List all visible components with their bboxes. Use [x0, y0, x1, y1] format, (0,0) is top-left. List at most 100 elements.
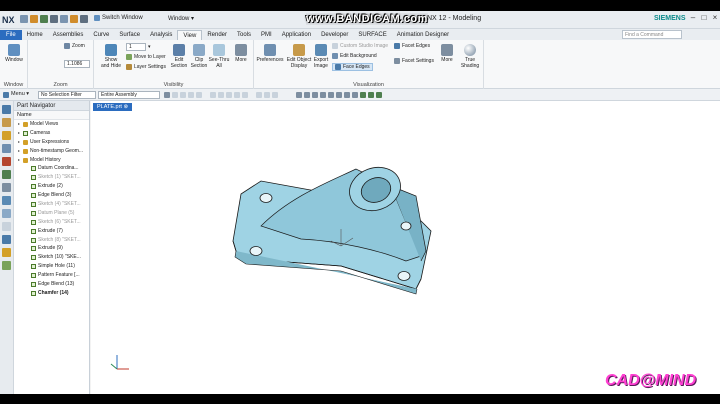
- tab-pmi[interactable]: PMI: [256, 30, 277, 40]
- checkbox-icon[interactable]: [31, 246, 36, 252]
- filter-tool-icon[interactable]: [196, 92, 202, 98]
- expand-icon[interactable]: ▸: [18, 147, 22, 156]
- web-browser-icon[interactable]: [2, 170, 11, 179]
- layer-selector[interactable]: 1 ▾: [126, 43, 151, 51]
- copy-icon[interactable]: [60, 15, 68, 23]
- reuse-library-icon[interactable]: [2, 144, 11, 153]
- undo-icon[interactable]: [30, 15, 38, 23]
- checkbox-icon[interactable]: [31, 210, 36, 216]
- tree-item[interactable]: Extrude (2): [14, 182, 89, 191]
- menu-button[interactable]: Menu ▾: [11, 91, 29, 97]
- resource-icon[interactable]: [2, 261, 11, 270]
- filter-tool-icon[interactable]: [180, 92, 186, 98]
- clip-section-button[interactable]: Clip Section: [190, 44, 208, 69]
- paste-icon[interactable]: [70, 15, 78, 23]
- tree-item[interactable]: Datum Coordina...: [14, 164, 89, 173]
- tree-item[interactable]: Sketch (4) "SKET...: [14, 200, 89, 209]
- checkbox-icon[interactable]: [31, 184, 36, 190]
- checkbox-icon[interactable]: [31, 281, 36, 287]
- expand-icon[interactable]: ▸: [18, 120, 22, 129]
- tree-item[interactable]: ▸ Cameras: [14, 129, 89, 138]
- tab-view[interactable]: View: [177, 30, 203, 40]
- tree-item[interactable]: ▸ User Expressions: [14, 138, 89, 147]
- tree-item[interactable]: Chamfer (14): [14, 289, 89, 298]
- tab-tools[interactable]: Tools: [232, 30, 256, 40]
- visualization-more-button[interactable]: More: [438, 44, 456, 63]
- edit-section-button[interactable]: Edit Section: [170, 44, 188, 69]
- layer-value[interactable]: 1: [126, 43, 146, 51]
- snap-point-icon[interactable]: [304, 92, 310, 98]
- filter-tool-icon[interactable]: [272, 92, 278, 98]
- tab-animation-designer[interactable]: Animation Designer: [392, 30, 454, 40]
- snap-point-icon[interactable]: [352, 92, 358, 98]
- facet-settings-button[interactable]: Facet Settings: [394, 58, 434, 64]
- checkbox-icon[interactable]: [31, 193, 36, 199]
- snap-point-icon[interactable]: [320, 92, 326, 98]
- filter-tool-icon[interactable]: [218, 92, 224, 98]
- tab-surface[interactable]: Surface: [114, 30, 145, 40]
- show-hide-button[interactable]: Show and Hide: [100, 44, 122, 69]
- filter-tool-icon[interactable]: [226, 92, 232, 98]
- zoom-button[interactable]: Zoom: [64, 43, 85, 49]
- minimize-icon[interactable]: –: [688, 13, 698, 23]
- filter-tool-icon[interactable]: [256, 92, 262, 98]
- assembly-navigator-icon[interactable]: [2, 105, 11, 114]
- tab-file[interactable]: File: [0, 30, 22, 40]
- maximize-icon[interactable]: □: [699, 13, 709, 23]
- visibility-more-button[interactable]: More: [232, 44, 250, 63]
- checkbox-icon[interactable]: [31, 273, 36, 279]
- repeat-command-icon[interactable]: [80, 15, 88, 23]
- tab-curve[interactable]: Curve: [88, 30, 114, 40]
- resource-icon[interactable]: [2, 248, 11, 257]
- navigator-column-header[interactable]: Name: [14, 111, 89, 120]
- checkbox-icon[interactable]: [23, 130, 28, 136]
- expand-icon[interactable]: ▸: [18, 156, 22, 165]
- graphics-window[interactable]: PLATE.prt ⊗: [91, 101, 720, 394]
- checkbox-icon[interactable]: [31, 237, 36, 243]
- checkbox-icon[interactable]: [31, 228, 36, 234]
- tree-item[interactable]: Edge Blend (3): [14, 191, 89, 200]
- switch-window-button[interactable]: Switch Window: [94, 15, 143, 21]
- cut-icon[interactable]: [50, 15, 58, 23]
- tab-home[interactable]: Home: [22, 30, 48, 40]
- history-icon[interactable]: [2, 183, 11, 192]
- part-navigator-icon[interactable]: [2, 131, 11, 140]
- tree-item[interactable]: Sketch (10) "SKE...: [14, 253, 89, 262]
- tab-surface[interactable]: SURFACE: [353, 30, 391, 40]
- checkbox-icon[interactable]: [31, 255, 36, 261]
- process-studio-icon[interactable]: [2, 196, 11, 205]
- tree-item[interactable]: ▸ Model History: [14, 156, 89, 165]
- tree-item[interactable]: Simple Hole (11): [14, 262, 89, 271]
- snap-point-icon[interactable]: [336, 92, 342, 98]
- save-icon[interactable]: [20, 15, 28, 23]
- preferences-button[interactable]: Preferences: [256, 44, 284, 63]
- filter-tool-icon[interactable]: [210, 92, 216, 98]
- window-button[interactable]: Window: [2, 44, 26, 63]
- export-image-button[interactable]: Export Image: [312, 44, 330, 69]
- roles-icon[interactable]: [2, 209, 11, 218]
- snap-point-icon[interactable]: [344, 92, 350, 98]
- resource-icon[interactable]: [2, 235, 11, 244]
- move-to-layer-button[interactable]: Move to Layer: [126, 54, 166, 60]
- selection-filter-dropdown[interactable]: No Selection Filter: [38, 91, 96, 99]
- face-edges-toggle[interactable]: Face Edges: [332, 63, 373, 71]
- filter-tool-icon[interactable]: [188, 92, 194, 98]
- tree-item[interactable]: Sketch (8) "SKET...: [14, 236, 89, 245]
- tree-item[interactable]: ▸ Model Views: [14, 120, 89, 129]
- constraint-navigator-icon[interactable]: [2, 118, 11, 127]
- filter-tool-icon[interactable]: [264, 92, 270, 98]
- tab-developer[interactable]: Developer: [316, 30, 353, 40]
- see-thru-all-button[interactable]: See-Thru All: [208, 44, 230, 69]
- checkbox-icon[interactable]: [31, 166, 36, 172]
- filter-tool-icon[interactable]: [234, 92, 240, 98]
- snap-point-icon[interactable]: [368, 92, 374, 98]
- layer-settings-button[interactable]: Layer Settings: [126, 64, 166, 70]
- tab-analysis[interactable]: Analysis: [145, 30, 177, 40]
- snap-point-icon[interactable]: [328, 92, 334, 98]
- snap-tool-icon[interactable]: [172, 92, 178, 98]
- filter-tool-icon[interactable]: [242, 92, 248, 98]
- part-model-view[interactable]: [91, 101, 720, 394]
- tab-application[interactable]: Application: [277, 30, 316, 40]
- tree-item[interactable]: Edge Blend (13): [14, 280, 89, 289]
- snap-point-icon[interactable]: [296, 92, 302, 98]
